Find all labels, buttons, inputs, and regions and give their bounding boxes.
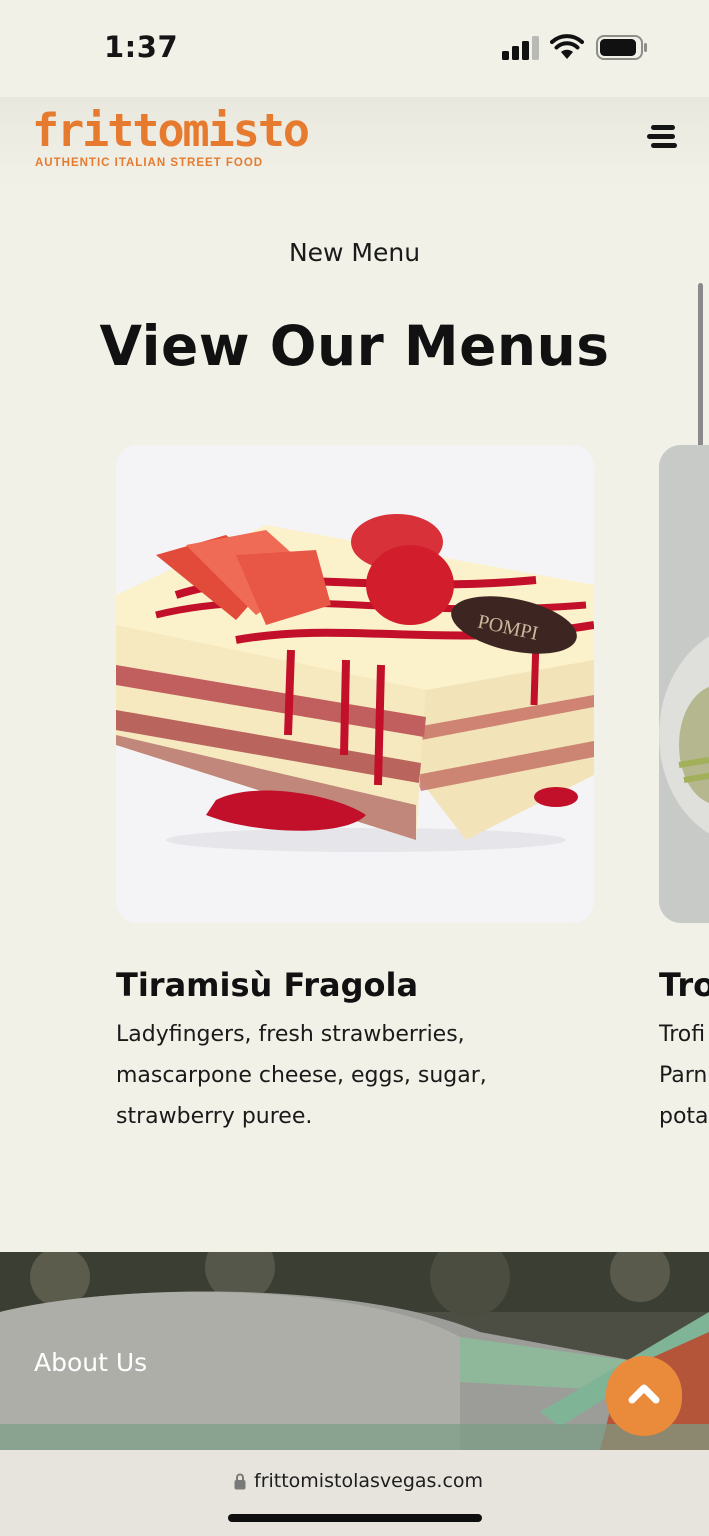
tiramisu-image: POMPI <box>116 514 594 852</box>
menu-item-description: Ladyfingers, fresh strawberries, mascarp… <box>116 1022 487 1129</box>
status-bar: 1:37 <box>0 0 709 97</box>
menu-item-title-next: Tro <box>659 966 709 1004</box>
chevron-up-icon <box>628 1384 660 1404</box>
browser-url-bar[interactable] <box>0 1450 709 1536</box>
signal-icon <box>502 36 539 60</box>
next-dish-image <box>659 445 709 923</box>
next-desc-line: pota <box>659 1104 709 1129</box>
brand-logo[interactable]: frittomisto AUTHENTIC ITALIAN STREET FOO… <box>32 104 310 174</box>
next-desc-line: Trofi <box>659 1022 706 1047</box>
menu-item-title: Tiramisù Fragola <box>116 966 419 1004</box>
battery-icon <box>596 35 647 60</box>
page-title: View Our Menus <box>99 314 610 378</box>
menu-item-description-next: Trofi Parn pota <box>659 1014 709 1137</box>
status-time: 1:37 <box>104 30 179 64</box>
lock-icon <box>234 1473 246 1490</box>
home-indicator[interactable] <box>228 1514 482 1522</box>
next-desc-line: Parn <box>659 1063 708 1088</box>
section-eyebrow: New Menu <box>288 238 421 267</box>
back-to-top-button[interactable] <box>606 1356 682 1436</box>
brand-tagline: AUTHENTIC ITALIAN STREET FOOD <box>35 157 264 169</box>
url-text[interactable]: frittomistolasvegas.com <box>254 1470 483 1492</box>
menu-item-image-next[interactable] <box>659 445 709 923</box>
menu-icon[interactable] <box>645 122 679 152</box>
brand-name: frittomisto <box>32 104 310 157</box>
wifi-icon <box>550 34 584 59</box>
about-us-link[interactable]: About Us <box>34 1348 147 1377</box>
menu-item-image[interactable]: POMPI <box>116 445 594 923</box>
